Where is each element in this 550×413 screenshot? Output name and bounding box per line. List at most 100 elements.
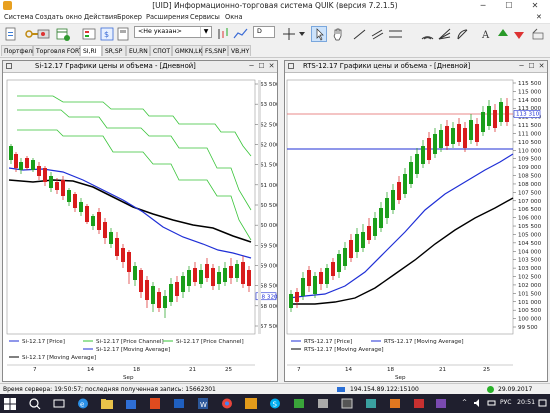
arrow-up-icon[interactable] xyxy=(496,27,511,41)
account-combo[interactable]: <Не указан> ▼ xyxy=(134,26,212,38)
price-candle xyxy=(127,252,131,272)
legend-entry: Si-12.17 [Price Channel] xyxy=(96,339,164,345)
office-icon[interactable] xyxy=(148,397,162,410)
menu-actions[interactable]: Действия xyxy=(84,13,117,21)
price-candle xyxy=(397,182,401,200)
rts-maximize-button[interactable]: ☐ xyxy=(527,62,536,70)
crosshair-dropdown-icon[interactable] xyxy=(296,27,311,41)
app-icon-red[interactable] xyxy=(412,397,426,410)
tray-chevron-icon[interactable]: ^ xyxy=(462,399,467,406)
si-chart-window[interactable]: Si-12.17 Графики цены и объема - [Дневно… xyxy=(2,60,278,382)
fibonacci-icon[interactable] xyxy=(455,27,470,41)
price-candle xyxy=(175,282,179,296)
price-candle xyxy=(469,120,473,140)
tab-fs-snp[interactable]: FS,SNP xyxy=(202,45,228,56)
menu-close-icon[interactable]: ✕ xyxy=(536,13,542,21)
app-icon-teal[interactable] xyxy=(364,397,378,410)
quotes-icon[interactable] xyxy=(82,27,97,41)
price-candle xyxy=(385,198,389,218)
store-icon[interactable] xyxy=(124,397,138,410)
app-icon-green[interactable] xyxy=(292,397,306,410)
trendline-icon[interactable] xyxy=(352,27,367,41)
windows-start-icon[interactable] xyxy=(4,398,16,410)
y-tick-label: 108 000 xyxy=(518,182,542,188)
menu-extensions[interactable]: Расширения xyxy=(146,13,189,21)
chevron-down-icon[interactable]: ▼ xyxy=(200,27,211,37)
search-icon[interactable] xyxy=(28,397,42,410)
line-chart-icon[interactable] xyxy=(233,27,248,41)
word-icon[interactable]: W xyxy=(196,397,210,410)
menu-create-window[interactable]: Создать окно xyxy=(35,13,82,21)
chrome-icon[interactable] xyxy=(220,397,234,410)
battery-icon[interactable] xyxy=(487,398,497,408)
task-view-icon[interactable] xyxy=(52,397,66,410)
fan-icon[interactable] xyxy=(437,27,452,41)
new-document-icon[interactable] xyxy=(4,27,19,41)
close-button[interactable]: ✕ xyxy=(522,0,548,12)
title-bar: [UID] Информационно-торговая система QUI… xyxy=(0,0,550,12)
arrow-down-icon[interactable] xyxy=(512,27,527,41)
table-add-icon[interactable] xyxy=(56,27,71,41)
calculator-icon[interactable] xyxy=(116,27,131,41)
rts-price-chart[interactable]: 115 500115 000114 000113 000112 000111 5… xyxy=(285,72,547,381)
eraser-icon[interactable] xyxy=(531,27,546,41)
menu-system[interactable]: Система xyxy=(4,13,33,21)
interval-combo[interactable]: D xyxy=(253,26,275,38)
menu-services[interactable]: Сервисы xyxy=(190,13,220,21)
app-icon-orange[interactable] xyxy=(388,397,402,410)
tab-gmkn-lk[interactable]: GMKN,LK xyxy=(172,45,202,56)
app-icon-dark[interactable] xyxy=(340,397,354,410)
app-icon-gray[interactable] xyxy=(316,397,330,410)
menu-broker[interactable]: Брокер xyxy=(117,13,142,21)
price-candle xyxy=(433,134,437,154)
tab-vb-hy[interactable]: VB,HY xyxy=(228,45,251,56)
connection-icon[interactable] xyxy=(36,27,51,41)
tab-sr-sp[interactable]: SR,SP xyxy=(102,45,126,56)
y-tick-label: 108 500 xyxy=(518,174,542,180)
edge-browser-icon[interactable]: e xyxy=(76,397,90,410)
arc-icon[interactable] xyxy=(420,27,435,41)
app-icon-blue[interactable] xyxy=(172,397,186,410)
si-price-chart[interactable]: 63 500 63 000 62 500 62 000 61 500 61 000 60 5… xyxy=(3,72,277,381)
quik-app-icon[interactable] xyxy=(244,397,258,410)
price-candle xyxy=(415,154,419,174)
speaker-icon[interactable] xyxy=(473,398,483,408)
si-minimize-button[interactable]: ─ xyxy=(247,62,256,70)
tab-portfolio[interactable]: Портфель xyxy=(1,45,36,56)
price-candle xyxy=(235,264,239,278)
text-tool-icon[interactable]: A xyxy=(479,27,494,41)
taskbar-clock[interactable]: 20:51 xyxy=(517,399,535,406)
skype-icon[interactable]: S xyxy=(268,397,282,410)
language-indicator[interactable]: РУС xyxy=(500,399,511,406)
menu-windows[interactable]: Окна xyxy=(225,13,243,21)
last-price-label: 113 310 xyxy=(516,112,540,118)
crosshair-icon[interactable] xyxy=(282,27,297,41)
tab-trading-forts[interactable]: Торговля FORTS xyxy=(33,45,86,56)
channel-icon[interactable] xyxy=(388,27,403,41)
legend-entry: Si-12.17 [Price Channel] xyxy=(176,339,244,345)
tab-eu-rn[interactable]: EU,RN xyxy=(126,45,150,56)
chart-type-icon[interactable] xyxy=(216,27,231,41)
notifications-icon[interactable] xyxy=(538,398,547,408)
tab-si-ri[interactable]: SI,RI xyxy=(80,45,102,56)
pointer-tool-icon[interactable] xyxy=(311,26,327,42)
explorer-icon[interactable] xyxy=(100,397,114,410)
maximize-button[interactable]: ☐ xyxy=(496,0,522,12)
rts-minimize-button[interactable]: ─ xyxy=(517,62,526,70)
price-candle xyxy=(409,162,413,184)
minimize-button[interactable]: ─ xyxy=(470,0,496,12)
hand-tool-icon[interactable] xyxy=(331,27,346,41)
window-menu-icon[interactable] xyxy=(6,63,12,69)
price-candle xyxy=(463,128,467,148)
svg-text:A: A xyxy=(481,30,490,41)
window-menu-icon[interactable] xyxy=(288,63,294,69)
parallel-lines-icon[interactable] xyxy=(370,27,385,41)
order-icon[interactable]: $ xyxy=(100,27,115,41)
si-maximize-button[interactable]: ☐ xyxy=(257,62,266,70)
rts-chart-window[interactable]: RTS-12.17 Графики цены и объема - [Дневн… xyxy=(284,60,548,382)
si-close-button[interactable]: ✕ xyxy=(267,62,276,70)
rts-close-button[interactable]: ✕ xyxy=(537,62,546,70)
tab-spot[interactable]: СПОТ xyxy=(150,45,172,56)
x-tick-label: 21 xyxy=(189,367,197,373)
app-icon-purple[interactable] xyxy=(434,397,448,410)
